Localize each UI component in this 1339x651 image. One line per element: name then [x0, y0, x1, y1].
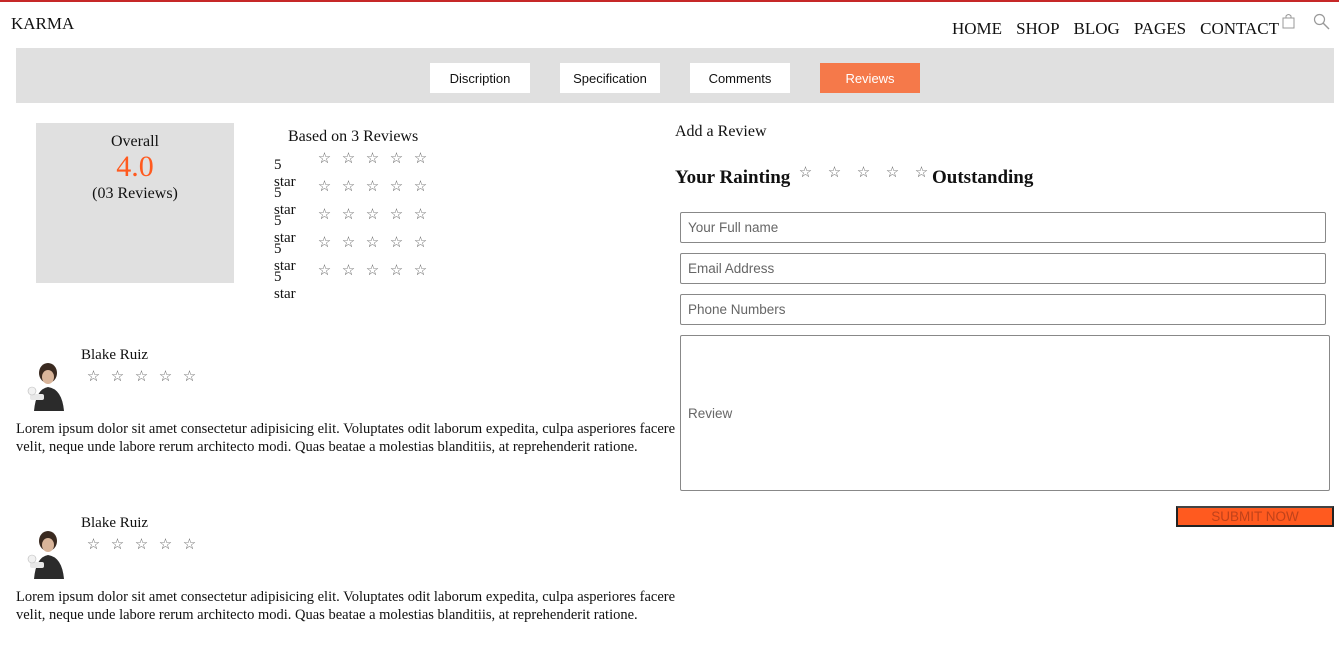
star-outline-icon: ☆	[158, 537, 173, 553]
star-outline-icon: ☆	[389, 179, 404, 195]
nav-home[interactable]: HOME	[952, 19, 1002, 39]
product-tabs: Discription Specification Comments Revie…	[16, 48, 1334, 103]
main-nav: HOME SHOP BLOG PAGES CONTACT	[952, 19, 1279, 39]
rating-row-stars: ☆ ☆ ☆ ☆ ☆	[317, 208, 428, 223]
rating-row-stars: ☆ ☆ ☆ ☆ ☆	[317, 152, 428, 167]
star-outline-icon[interactable]: ☆	[798, 166, 813, 181]
breakdown-title: Based on 3 Reviews	[288, 128, 419, 145]
top-accent-line	[0, 0, 1339, 2]
star-outline-icon: ☆	[389, 235, 404, 251]
star-outline-icon: ☆	[365, 179, 380, 195]
your-rating-stars: ☆ ☆ ☆ ☆ ☆	[798, 166, 929, 181]
nav-blog[interactable]: BLOG	[1074, 19, 1120, 39]
star-outline-icon[interactable]: ☆	[827, 166, 842, 181]
star-outline-icon: ☆	[389, 207, 404, 223]
rating-row-label: 5 star	[274, 269, 296, 302]
search-icon[interactable]	[1313, 13, 1330, 30]
star-outline-icon: ☆	[317, 179, 332, 195]
star-outline-icon: ☆	[182, 537, 197, 553]
tab-comments[interactable]: Comments	[690, 63, 790, 93]
star-outline-icon: ☆	[86, 369, 101, 385]
star-outline-icon: ☆	[365, 235, 380, 251]
phone-input[interactable]	[680, 294, 1326, 325]
reviewer-name: Blake Ruiz	[81, 347, 149, 363]
reviewer-name: Blake Ruiz	[81, 515, 149, 531]
nav-contact[interactable]: CONTACT	[1200, 19, 1279, 39]
star-outline-icon: ☆	[413, 151, 428, 167]
star-outline-icon[interactable]: ☆	[914, 166, 929, 181]
star-outline-icon: ☆	[86, 537, 101, 553]
star-outline-icon: ☆	[110, 369, 125, 385]
reviewer-stars: ☆ ☆ ☆ ☆ ☆	[86, 538, 197, 553]
star-outline-icon[interactable]: ☆	[856, 166, 871, 181]
star-outline-icon[interactable]: ☆	[885, 166, 900, 181]
your-rating-label: Your Rainting	[675, 167, 791, 188]
star-outline-icon: ☆	[413, 263, 428, 279]
full-name-input[interactable]	[680, 212, 1326, 243]
star-outline-icon: ☆	[341, 151, 356, 167]
star-outline-icon: ☆	[341, 207, 356, 223]
star-outline-icon: ☆	[365, 207, 380, 223]
nav-pages[interactable]: PAGES	[1134, 19, 1186, 39]
star-outline-icon: ☆	[134, 369, 149, 385]
star-outline-icon: ☆	[110, 537, 125, 553]
overall-score: 4.0	[116, 150, 154, 183]
tab-reviews[interactable]: Reviews	[820, 63, 920, 93]
review-item: Blake Ruiz ☆ ☆ ☆ ☆ ☆ Lorem ipsum dolor sit a…	[16, 513, 676, 643]
tab-description[interactable]: Discription	[430, 63, 530, 93]
rating-row-stars: ☆ ☆ ☆ ☆ ☆	[317, 264, 428, 279]
review-text: Lorem ipsum dolor sit amet consectetur a…	[16, 421, 676, 455]
reviewer-stars: ☆ ☆ ☆ ☆ ☆	[86, 370, 197, 385]
overall-review-count: (03 Reviews)	[92, 185, 178, 202]
reviewer-avatar	[27, 363, 64, 411]
star-outline-icon: ☆	[389, 151, 404, 167]
star-outline-icon: ☆	[317, 207, 332, 223]
star-outline-icon: ☆	[182, 369, 197, 385]
overall-label: Overall	[111, 133, 159, 150]
cart-icon[interactable]	[1282, 13, 1295, 29]
star-outline-icon: ☆	[341, 263, 356, 279]
star-outline-icon: ☆	[134, 537, 149, 553]
star-outline-icon: ☆	[413, 207, 428, 223]
star-outline-icon: ☆	[413, 235, 428, 251]
star-outline-icon: ☆	[365, 263, 380, 279]
nav-shop[interactable]: SHOP	[1016, 19, 1059, 39]
review-item: Blake Ruiz ☆ ☆ ☆ ☆ ☆ Lorem ipsum dolor sit a…	[16, 345, 676, 475]
brand-logo[interactable]: KARMA	[11, 14, 74, 34]
star-outline-icon: ☆	[365, 151, 380, 167]
star-outline-icon: ☆	[341, 235, 356, 251]
overall-rating-box: Overall 4.0 (03 Reviews)	[36, 123, 234, 283]
star-outline-icon: ☆	[317, 151, 332, 167]
email-input[interactable]	[680, 253, 1326, 284]
review-textarea[interactable]	[680, 335, 1330, 491]
rating-row-stars: ☆ ☆ ☆ ☆ ☆	[317, 180, 428, 195]
reviewer-avatar	[27, 531, 64, 579]
star-outline-icon: ☆	[158, 369, 173, 385]
star-outline-icon: ☆	[341, 179, 356, 195]
star-outline-icon: ☆	[413, 179, 428, 195]
rating-word: Outstanding	[932, 167, 1034, 188]
star-outline-icon: ☆	[389, 263, 404, 279]
review-text: Lorem ipsum dolor sit amet consectetur a…	[16, 589, 676, 623]
star-outline-icon: ☆	[317, 235, 332, 251]
rating-row-stars: ☆ ☆ ☆ ☆ ☆	[317, 236, 428, 251]
tab-specification[interactable]: Specification	[560, 63, 660, 93]
star-outline-icon: ☆	[317, 263, 332, 279]
add-review-title: Add a Review	[675, 123, 767, 140]
submit-button[interactable]: SUBMIT NOW	[1176, 506, 1334, 527]
